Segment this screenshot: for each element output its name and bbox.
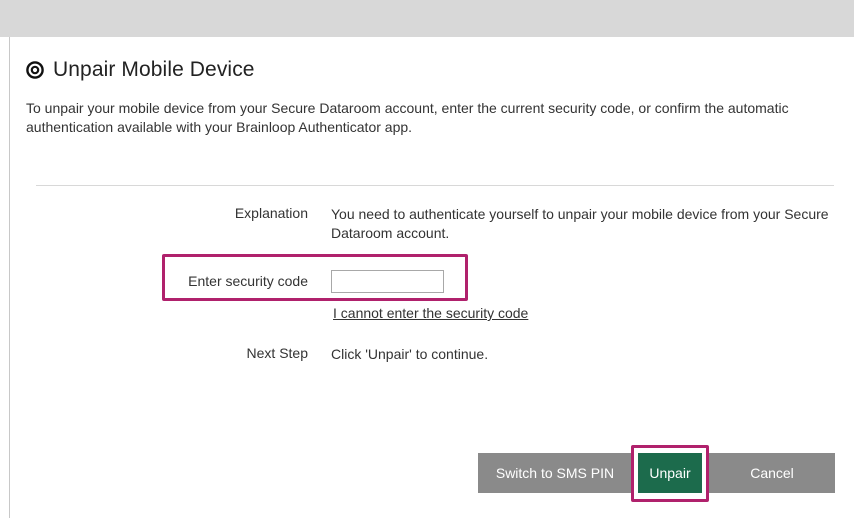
left-panel-edge	[0, 37, 10, 518]
security-code-input[interactable]	[331, 270, 444, 293]
divider	[36, 185, 834, 186]
top-bar	[0, 0, 854, 37]
next-step-label: Next Step	[246, 345, 308, 361]
next-step-text: Click 'Unpair' to continue.	[331, 346, 489, 362]
target-icon	[26, 61, 44, 79]
explanation-text: You need to authenticate yourself to unp…	[331, 206, 829, 241]
security-code-label: Enter security code	[188, 273, 308, 289]
explanation-label: Explanation	[234, 205, 308, 221]
switch-to-sms-button[interactable]: Switch to SMS PIN	[478, 453, 632, 493]
cancel-button[interactable]: Cancel	[709, 453, 835, 493]
page-title: Unpair Mobile Device	[53, 58, 255, 81]
unpair-button[interactable]: Unpair	[638, 453, 702, 493]
intro-text: To unpair your mobile device from your S…	[26, 100, 789, 135]
title-row: Unpair Mobile Device	[26, 58, 255, 82]
cannot-enter-code-link[interactable]: I cannot enter the security code	[333, 305, 528, 321]
